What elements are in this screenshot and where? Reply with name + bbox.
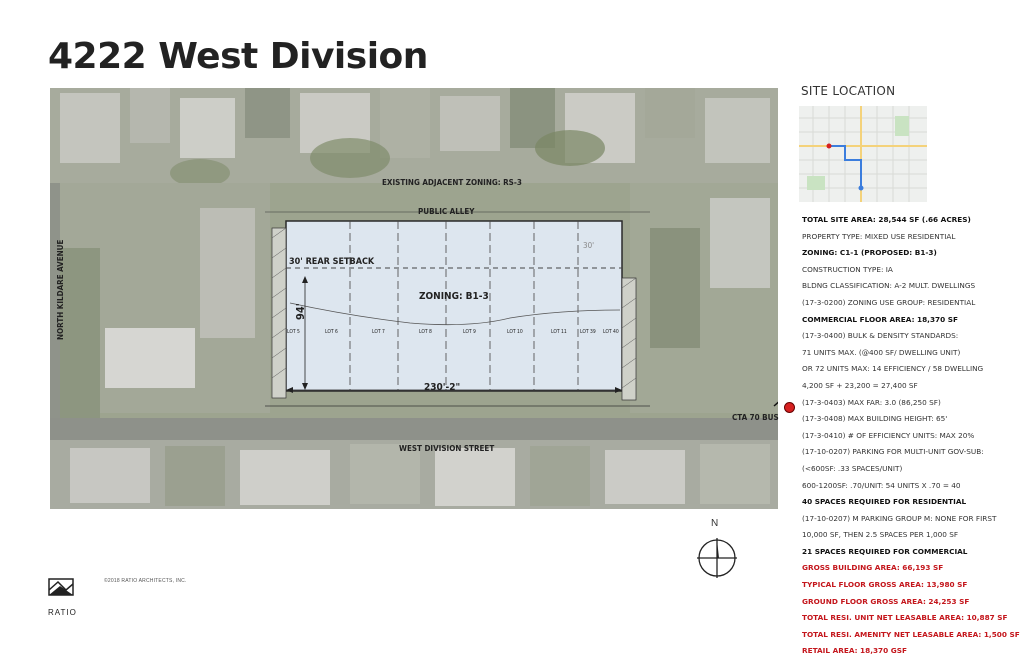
site-note-line: (17-3-0408) MAX BUILDING HEIGHT: 65' [802, 414, 948, 424]
page-title: 4222 West Division [48, 36, 428, 77]
zoning-label: ZONING: B1-3 [419, 291, 489, 302]
site-note-line: (<600SF: .33 SPACES/UNIT) [802, 463, 903, 473]
bus-stop-marker [784, 402, 795, 413]
site-note-line: TOTAL SITE AREA: 28,544 SF (.66 ACRES) [802, 215, 971, 224]
site-note-line: PROPERTY TYPE: MIXED USE RESIDENTIAL [802, 231, 956, 241]
north-kildare-avenue-label: NORTH KILDARE AVENUE [56, 239, 65, 340]
lot-label: LOT 7 [372, 329, 385, 335]
site-note-line: COMMERCIAL FLOOR AREA: 18,370 SF [802, 314, 958, 324]
north-label: N [711, 518, 719, 529]
site-note-line: 600-1200SF: .70/UNIT: 54 UNITS X .70 = 4… [802, 480, 961, 490]
site-note-line: (17-10-0207) PARKING FOR MULTI-UNIT GOV-… [802, 447, 984, 457]
lot-label: LOT 11 [551, 329, 567, 335]
site-note-line: RETAIL AREA: 18,370 GSF [802, 646, 907, 656]
cta-bus-label: CTA 70 BUS [732, 413, 779, 422]
site-note-line: OR 72 UNITS MAX: 14 EFFICIENCY / 58 DWEL… [802, 364, 984, 374]
site-note-line: (17-3-0400) BULK & DENSITY STANDARDS: [802, 331, 959, 341]
site-note-line: TYPICAL FLOOR GROSS AREA: 13,980 SF [802, 580, 968, 590]
depth-dimension-label: 94' [294, 303, 307, 320]
rear-setback-label: 30' REAR SETBACK [289, 257, 375, 267]
lot-label: LOT 5 [287, 329, 300, 335]
copyright-text: ©2018 RATIO ARCHITECTS, INC. [104, 578, 187, 584]
ratio-logo-icon [48, 578, 74, 596]
site-location-heading: SITE LOCATION [801, 84, 896, 98]
site-note-line: 21 SPACES REQUIRED FOR COMMERCIAL [802, 546, 968, 556]
width-dimension-label: 230'-2" [424, 382, 461, 393]
adjacent-zoning-label: EXISTING ADJACENT ZONING: RS-3 [382, 178, 522, 187]
north-arrow-icon [697, 538, 737, 578]
lot-label: LOT 10 [507, 329, 523, 335]
site-note-line: (17-3-0410) # OF EFFICIENCY UNITS: MAX 2… [802, 430, 975, 440]
lot-label: LOT 9 [463, 329, 476, 335]
lot-label: LOT 40 [603, 329, 619, 335]
lot-label: LOT 6 [325, 329, 338, 335]
site-note-line: (17-3-0200) ZONING USE GROUP: RESIDENTIA… [802, 297, 976, 307]
site-note-line: (17-10-0207) M PARKING GROUP M: NONE FOR… [802, 513, 997, 523]
brand-name: RATIO [48, 608, 77, 617]
site-location-map [799, 106, 927, 202]
site-note-line: 10,000 SF, THEN 2.5 SPACES PER 1,000 SF [802, 530, 959, 540]
site-note-line: TOTAL RESI. UNIT NET LEASABLE AREA: 10,8… [802, 613, 1008, 623]
site-note-line: 71 UNITS MAX. (@400 SF/ DWELLING UNIT) [802, 347, 961, 357]
site-note-line: (17-3-0403) MAX FAR: 3.0 (86,250 SF) [802, 397, 941, 407]
site-note-line: BLDNG CLASSIFICATION: A-2 MULT. DWELLING… [802, 281, 976, 291]
north-buildings [50, 88, 778, 187]
site-note-line: GROSS BUILDING AREA: 66,193 SF [802, 563, 944, 573]
setback-dimension-label: 30' [583, 241, 595, 250]
site-data-notes: TOTAL SITE AREA: 28,544 SF (.66 ACRES) PR… [802, 212, 1020, 660]
site-parcel [285, 220, 623, 392]
lot-label: LOT 39 [580, 329, 596, 335]
site-note-line: CONSTRUCTION TYPE: IA [802, 264, 893, 274]
lot-label: LOT 8 [419, 329, 432, 335]
public-alley-label: PUBLIC ALLEY [418, 207, 475, 216]
site-note-line: TOTAL RESI. AMENITY NET LEASABLE AREA: 1… [802, 629, 1020, 639]
site-note-line: ZONING: C1-1 (PROPOSED: B1-3) [802, 248, 937, 258]
west-division-street-label: WEST DIVISION STREET [399, 444, 495, 453]
site-note-line: GROUND FLOOR GROSS AREA: 24,253 SF [802, 596, 970, 606]
site-note-line: 4,200 SF + 23,200 = 27,400 SF [802, 380, 918, 390]
site-note-line: 40 SPACES REQUIRED FOR RESIDENTIAL [802, 497, 967, 507]
